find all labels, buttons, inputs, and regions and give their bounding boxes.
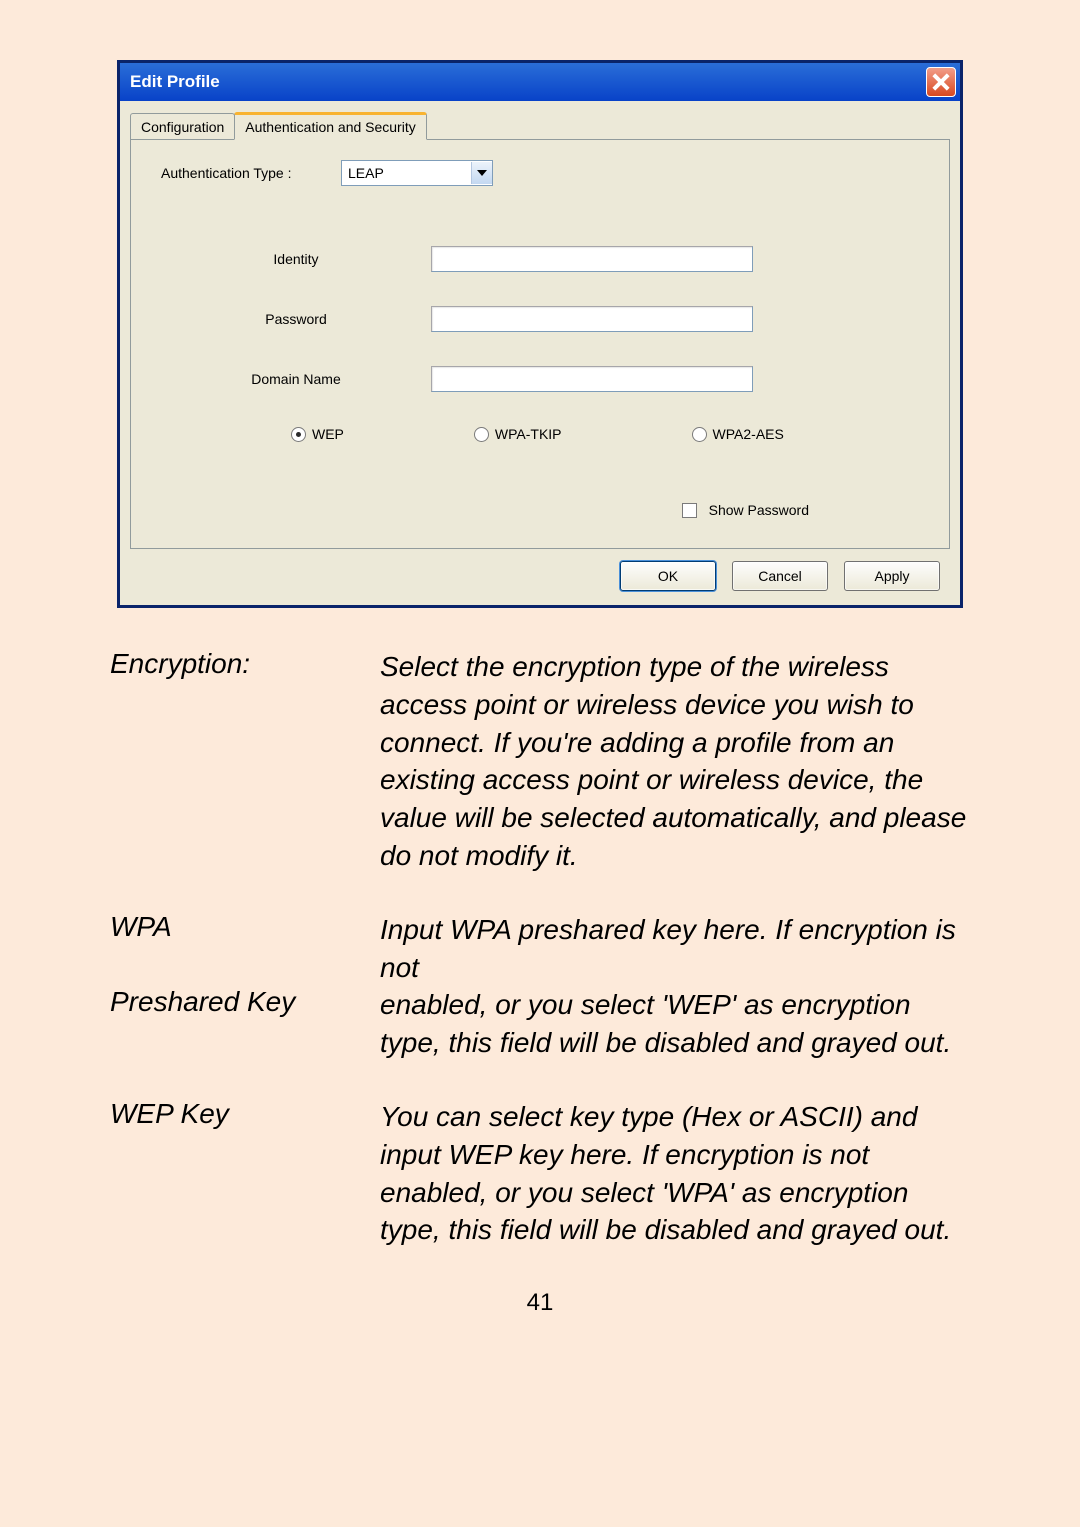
ok-button[interactable]: OK bbox=[620, 561, 716, 591]
apply-button[interactable]: Apply bbox=[844, 561, 940, 591]
tab-panel-auth: Authentication Type : LEAP Identity Pass… bbox=[130, 140, 950, 549]
dropdown-arrow bbox=[471, 162, 492, 184]
radio-wep[interactable]: WEP bbox=[291, 426, 344, 442]
tab-configuration[interactable]: Configuration bbox=[130, 113, 235, 139]
domain-input[interactable] bbox=[431, 366, 753, 392]
titlebar: Edit Profile bbox=[120, 63, 960, 101]
definition-wpa: WPA Input WPA preshared key here. If enc… bbox=[110, 911, 970, 987]
radio-wep-label: WEP bbox=[312, 426, 344, 442]
domain-label: Domain Name bbox=[161, 371, 431, 387]
radio-wpa2-aes[interactable]: WPA2-AES bbox=[692, 426, 784, 442]
tab-strip: Configuration Authentication and Securit… bbox=[130, 111, 950, 140]
dialog-footer: OK Cancel Apply bbox=[130, 555, 950, 591]
term-preshared: Preshared Key bbox=[110, 986, 380, 1018]
password-input[interactable] bbox=[431, 306, 753, 332]
cancel-button[interactable]: Cancel bbox=[732, 561, 828, 591]
definitions-list: Encryption: Select the encryption type o… bbox=[110, 648, 970, 1249]
show-password-checkbox[interactable]: Show Password bbox=[682, 502, 809, 518]
radio-wpa2-aes-label: WPA2-AES bbox=[713, 426, 784, 442]
dialog-body: Configuration Authentication and Securit… bbox=[120, 101, 960, 605]
chevron-down-icon bbox=[477, 170, 487, 176]
tab-authentication-security[interactable]: Authentication and Security bbox=[234, 112, 426, 140]
authentication-type-select[interactable]: LEAP bbox=[341, 160, 493, 186]
desc-wpa: Input WPA preshared key here. If encrypt… bbox=[380, 911, 970, 987]
radio-icon bbox=[692, 427, 707, 442]
desc-encryption: Select the encryption type of the wirele… bbox=[380, 648, 970, 875]
show-password-row: Show Password bbox=[161, 502, 919, 518]
definition-encryption: Encryption: Select the encryption type o… bbox=[110, 648, 970, 875]
term-wpa: WPA bbox=[110, 911, 380, 943]
identity-row: Identity bbox=[161, 246, 919, 272]
close-icon bbox=[932, 73, 950, 91]
definition-wep: WEP Key You can select key type (Hex or … bbox=[110, 1098, 970, 1249]
encryption-radio-group: WEP WPA-TKIP WPA2-AES bbox=[161, 426, 919, 442]
radio-wpa-tkip-label: WPA-TKIP bbox=[495, 426, 562, 442]
password-label: Password bbox=[161, 311, 431, 327]
page-number: 41 bbox=[110, 1289, 970, 1317]
authentication-type-label: Authentication Type : bbox=[161, 165, 341, 181]
identity-input[interactable] bbox=[431, 246, 753, 272]
desc-preshared: enabled, or you select 'WEP' as encrypti… bbox=[380, 986, 970, 1062]
authentication-type-row: Authentication Type : LEAP bbox=[161, 160, 919, 186]
term-wep: WEP Key bbox=[110, 1098, 380, 1130]
desc-wep: You can select key type (Hex or ASCII) a… bbox=[380, 1098, 970, 1249]
definition-preshared: Preshared Key enabled, or you select 'WE… bbox=[110, 986, 970, 1062]
term-encryption: Encryption: bbox=[110, 648, 380, 680]
identity-label: Identity bbox=[161, 251, 431, 267]
password-row: Password bbox=[161, 306, 919, 332]
domain-row: Domain Name bbox=[161, 366, 919, 392]
authentication-type-value: LEAP bbox=[342, 165, 471, 181]
close-button[interactable] bbox=[926, 67, 956, 97]
checkbox-icon bbox=[682, 503, 697, 518]
show-password-label: Show Password bbox=[709, 502, 809, 518]
edit-profile-dialog: Edit Profile Configuration Authenticatio… bbox=[117, 60, 963, 608]
radio-icon bbox=[474, 427, 489, 442]
radio-icon bbox=[291, 427, 306, 442]
dialog-title: Edit Profile bbox=[130, 72, 220, 92]
radio-wpa-tkip[interactable]: WPA-TKIP bbox=[474, 426, 562, 442]
